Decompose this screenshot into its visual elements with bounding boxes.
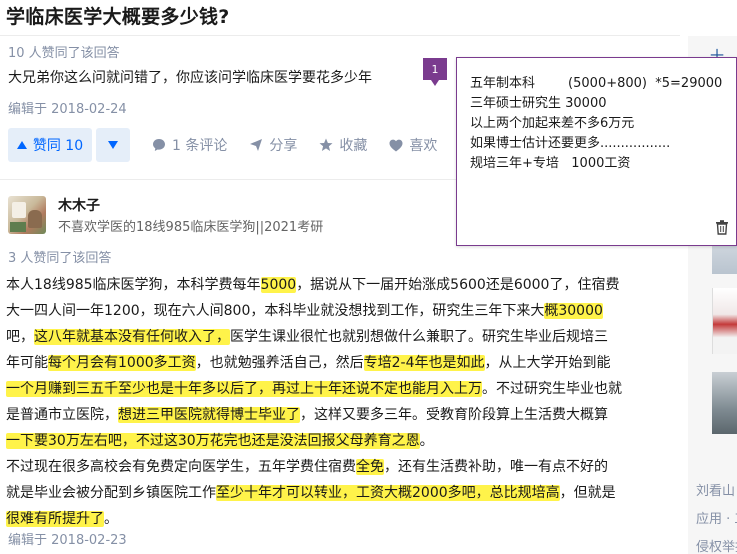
edited-date[interactable]: 编辑于 2018-02-23 [8,529,127,548]
answer-text-segment: 。不过研究生毕业也就 [482,381,622,397]
answer-text-segment: 是普通市立医院， [6,407,118,423]
annotation-line: 三年硕士研究生 30000 [470,96,607,111]
comment-button[interactable]: 1 条评论 [152,135,227,155]
answer-line: 一下要30万左右吧，不过这30万花完也还是没法回报父母养育之恩。 [6,428,666,454]
heart-icon [389,139,403,151]
answer-text-segment: 吧， [6,329,34,345]
answer-text-segment: ，这样又要多三年。受教育阶段算上生活费大概算 [300,407,608,423]
sidebar-thumbnail[interactable] [712,372,737,434]
answer-line: 是普通市立医院，想进三甲医院就得博士毕业了，这样又要多三年。受教育阶段算上生活费… [6,402,666,428]
avatar[interactable] [8,196,46,234]
upvote-count-meta: 3 人赞同了该回答 [8,251,112,266]
edited-date[interactable]: 编辑于 2018-02-24 [8,98,127,117]
answer-line: 一个月赚到三五千至少也是十年多以后了，再过上十年还说不定也能月入上万。不过研究生… [6,376,666,402]
answer-text-segment: ，但就是 [559,485,616,501]
highlighted-text: 至少十年才可以转业，工资大概2000多吧，总比规培高 [216,485,560,501]
upvote-label: 赞同 10 [32,138,84,154]
answer-line: 本人18线985临床医学狗，本科学费每年5000，据说从下一届开始涨成5600还… [6,272,666,298]
answer-text-segment: ，从上大学开始到能 [484,355,611,371]
highlighted-text: 专培2-4年也是如此 [363,355,485,371]
answer-text: 大兄弟你这么问就问错了，你应该问学临床医学要花多少年 [8,70,372,86]
answer-line: 年可能每个月会有1000多工资，也就勉强养活自己，然后专培2-4年也是如此，从上… [6,350,666,376]
answer-line: 大一四人间一年1200，现在六人间800，本科毕业就没想找到工作，研究生三年下来… [6,298,666,324]
answer-text-segment: 。 [419,433,434,449]
answer-body: 本人18线985临床医学狗，本科学费每年5000，据说从下一届开始涨成5600还… [6,272,666,532]
answer-line: 不过现在很多高校会有免费定向医学生，五年学费住宿费全免，还有生活费补助，唯一有点… [6,454,666,480]
sidebar-footer-link[interactable]: 应用 · 工 [696,508,737,527]
highlighted-text: 5000 [260,277,297,293]
highlighted-text: 概30000 [544,303,603,319]
like-label: 喜欢 [409,138,438,154]
downvote-button[interactable] [96,128,130,162]
sidebar-book-thumbnail[interactable] [712,288,737,354]
answer-text-segment: ，还有生活费补助，唯一有点不好的 [384,459,608,475]
annotation-popup: 五年制本科 (5000+800) *5=29000 三年硕士研究生 30000 … [456,57,737,246]
highlighted-text: 这八年就基本没有任何收入了， [34,329,230,345]
divider [0,35,680,36]
share-label: 分享 [269,138,298,154]
highlighted-text: 一个月赚到三五千至少也是十年多以后了，再过上十年还说不定也能月入上万 [6,381,482,397]
sidebar-footer-link[interactable]: 侵权举报 [696,536,737,554]
upvote-count-meta: 10 人赞同了该回答 [8,46,120,61]
answer-text-segment: 医学生课业很忙也就别想做什么兼职了。研究生毕业后规培三 [230,329,608,345]
favorite-label: 收藏 [339,138,368,154]
answer-text-segment: 不过现在很多高校会有免费定向医学生，五年学费住宿费 [6,459,356,475]
like-button[interactable]: 喜欢 [389,135,437,155]
star-icon [319,138,333,151]
trash-icon[interactable] [714,219,730,235]
favorite-button[interactable]: 收藏 [319,135,367,155]
highlighted-text: 每个月会有1000多工资 [48,355,196,371]
question-title[interactable]: 学临床医学大概要多少钱? [6,2,230,29]
answer-text-segment: 年可能 [6,355,48,371]
author-name[interactable]: 木木子 [58,195,100,215]
answer-line: 吧，这八年就基本没有任何收入了，医学生课业很忙也就别想做什么兼职了。研究生毕业后… [6,324,666,350]
annotation-line: 如果博士估计还要更多................. [470,136,671,151]
comment-label: 1 条评论 [172,138,228,154]
sidebar-thumbnail[interactable] [712,244,737,274]
triangle-up-icon [16,141,27,149]
author-bio: 不喜欢学医的18线985临床医学狗||2021考研 [58,220,324,235]
answer-actions: 赞同 10 1 条评论 分享 收藏 喜欢 [8,128,437,162]
upvote-button[interactable]: 赞同 10 [8,128,92,162]
answer-text-segment: 。 [104,511,118,527]
annotation-line: 以上两个加起来差不多6万元 [470,116,635,131]
highlighted-text: 全免 [356,459,384,475]
answer-text-segment: ，据说从下一届开始涨成5600还是6000了，住宿费 [296,277,620,293]
answer-text-segment: 本人18线985临床医学狗，本科学费每年 [6,277,261,293]
answer-text-segment: 大一四人间一年1200，现在六人间800，本科毕业就没想找到工作，研究生三年下来… [6,303,545,319]
answer-text-segment: ，也就勉强养活自己，然后 [195,355,364,371]
answer-line: 就是毕业会被分配到乡镇医院工作至少十年才可以转业，工资大概2000多吧，总比规培… [6,480,666,506]
answer-text-segment: 就是毕业会被分配到乡镇医院工作 [6,485,216,501]
highlighted-text: 一下要30万左右吧，不过这30万花完也还是没法回报父母养育之恩 [6,433,420,449]
share-button[interactable]: 分享 [249,135,297,155]
sidebar-footer-link[interactable]: 刘看山 · [696,480,737,499]
triangle-down-icon [108,141,118,149]
annotation-line: 五年制本科 (5000+800) *5=29000 [470,76,723,91]
highlighted-text: 想进三甲医院就得博士毕业了 [118,407,300,423]
annotation-marker[interactable]: 1 [423,58,447,86]
comment-icon [153,139,165,151]
annotation-line: 规培三年+专培 1000工资 [470,156,631,171]
highlighted-text: 很难有所提升了 [6,511,104,527]
share-icon [250,139,263,151]
